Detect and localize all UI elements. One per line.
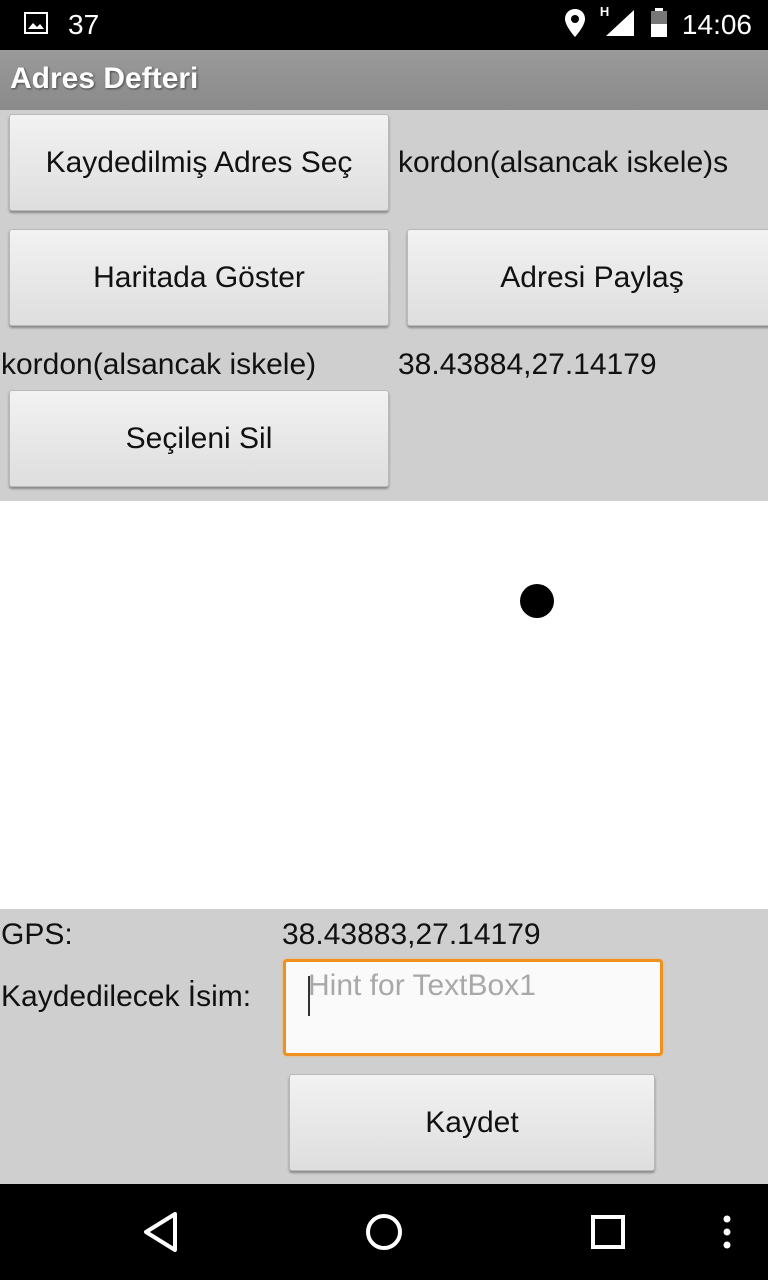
network-type: H (599, 3, 610, 19)
name-label: Kaydedilecek İsim: (1, 980, 252, 1013)
name-input-container[interactable] (283, 940, 663, 1056)
image-icon (24, 11, 48, 39)
address-coords-label: 38.43884,27.14179 (398, 348, 657, 381)
home-icon[interactable] (364, 1212, 404, 1257)
text-caret (308, 976, 310, 1016)
name-input[interactable] (286, 940, 660, 1031)
title-bar: Adres Defteri (0, 50, 768, 110)
share-address-label: Adresi Paylaş (500, 260, 684, 294)
selected-address-label: kordon(alsancak iskele)s (398, 146, 729, 179)
address-name-label: kordon(alsancak iskele) (1, 348, 317, 381)
notification-count: 37 (68, 9, 100, 40)
gps-label: GPS: (1, 918, 73, 951)
drawing-canvas[interactable] (0, 501, 768, 909)
status-bar: 37 H 14:06 (0, 0, 768, 50)
status-time: 14:06 (681, 9, 752, 40)
select-saved-address-button[interactable]: Kaydedilmiş Adres Seç (9, 114, 389, 211)
status-right: H 14:06 (564, 4, 752, 43)
status-left: 37 (24, 8, 99, 42)
recents-icon[interactable] (590, 1214, 626, 1255)
signal-icon: H (600, 4, 636, 43)
menu-icon[interactable] (720, 1214, 734, 1255)
navigation-bar (0, 1184, 768, 1280)
save-button[interactable]: Kaydet (289, 1074, 655, 1171)
app-title: Adres Defteri (10, 62, 199, 95)
location-dot (520, 584, 554, 618)
show-on-map-button[interactable]: Haritada Göster (9, 229, 389, 326)
battery-icon (650, 7, 668, 43)
location-icon (564, 8, 586, 43)
delete-selected-button[interactable]: Seçileni Sil (9, 390, 389, 487)
share-address-button[interactable]: Adresi Paylaş (407, 229, 768, 326)
back-icon[interactable] (140, 1208, 180, 1261)
